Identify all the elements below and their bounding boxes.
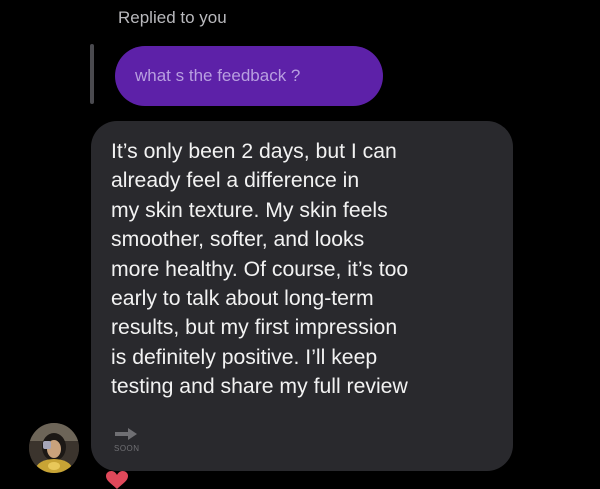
reply-caption: Replied to you bbox=[118, 8, 227, 27]
quoted-message-bubble[interactable]: what s the feedback ? bbox=[115, 46, 383, 106]
message-text: It’s only been 2 days, but I can already… bbox=[111, 137, 493, 402]
reply-indicator-bar bbox=[90, 44, 94, 104]
avatar-image bbox=[29, 423, 79, 473]
avatar[interactable] bbox=[29, 423, 79, 473]
quoted-message-text: what s the feedback ? bbox=[135, 66, 301, 85]
message-line: my skin texture. My skin feels bbox=[111, 198, 388, 222]
message-line: results, but my first impression bbox=[111, 316, 398, 340]
message-line: already feel a difference in bbox=[111, 169, 360, 193]
message-bubble[interactable]: It’s only been 2 days, but I can already… bbox=[91, 121, 513, 471]
message-line: more healthy. Of course, it’s too bbox=[111, 257, 409, 281]
message-line: smoother, softer, and looks bbox=[111, 228, 365, 252]
heart-reaction-icon[interactable] bbox=[104, 471, 130, 489]
message-line: It’s only been 2 days, but I can bbox=[111, 140, 397, 163]
soon-label: SOON bbox=[114, 444, 140, 453]
message-line: is definitely positive. I’ll keep bbox=[111, 345, 378, 369]
message-line: testing and share my full review bbox=[111, 375, 408, 399]
forward-arrow-icon bbox=[115, 428, 137, 440]
message-line: early to talk about long-term bbox=[111, 287, 374, 311]
